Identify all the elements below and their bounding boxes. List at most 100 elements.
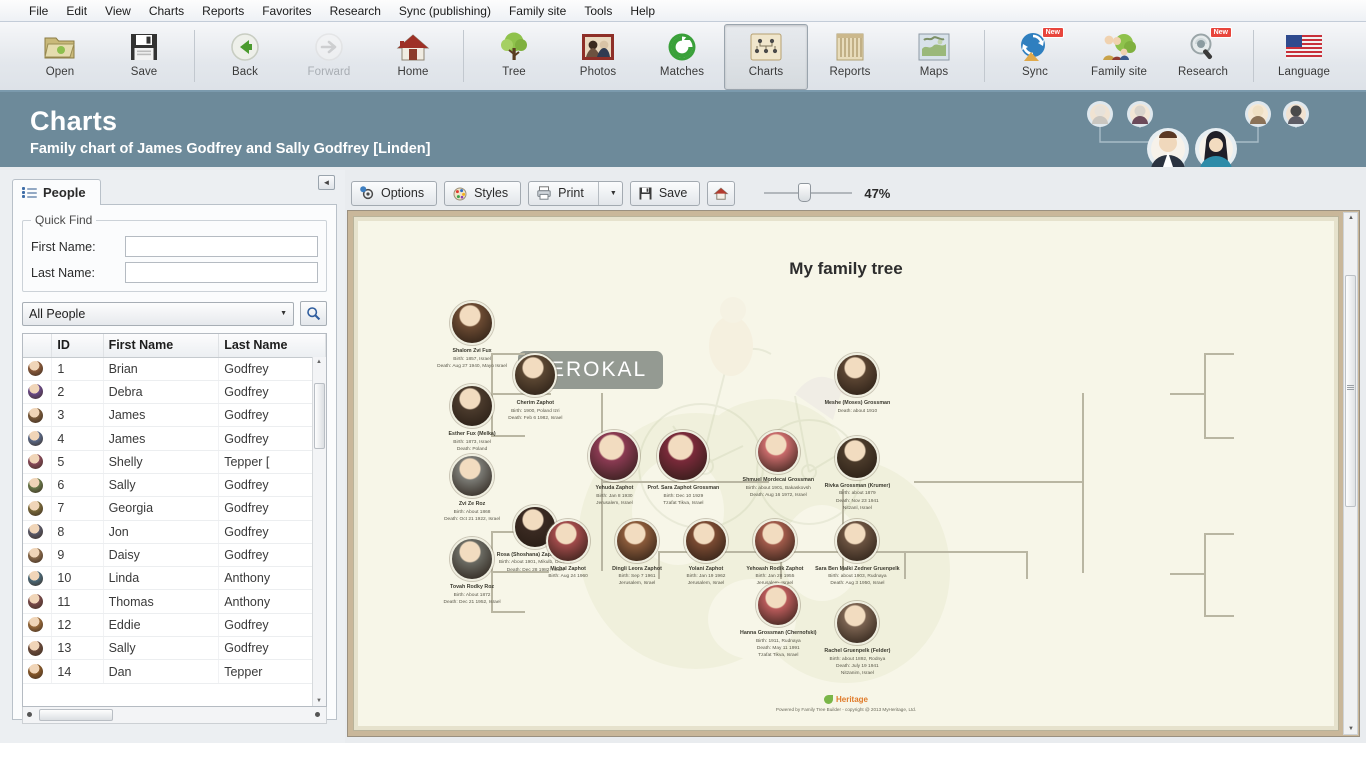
node-photo[interactable]	[835, 601, 880, 646]
node-photo[interactable]	[683, 518, 728, 563]
zoom-slider[interactable]	[764, 183, 853, 202]
scroll-right-icon[interactable]	[315, 712, 320, 717]
menu-item-view[interactable]: View	[96, 2, 140, 20]
toolbar-separator	[984, 30, 985, 82]
save-chart-button[interactable]: Save	[629, 180, 701, 206]
menu-item-favorites[interactable]: Favorites	[253, 2, 320, 20]
node-photo[interactable]	[756, 430, 801, 475]
toolbar-button-language[interactable]: Language	[1262, 24, 1346, 90]
last-name-label: Last Name:	[31, 265, 95, 280]
last-name-input[interactable]	[125, 262, 318, 283]
toolbar-button-sync[interactable]: Sync New	[993, 24, 1077, 90]
chart-node-rC1[interactable]: Meshe (Moses) Grossman Death: about 1910	[805, 353, 909, 415]
row-avatar	[23, 613, 53, 638]
chart-node-f1[interactable]: Cherim Zaphot Birth: 1900, Poland Izri Dea…	[483, 353, 587, 422]
table-header-id[interactable]: ID	[51, 334, 104, 358]
table-header-avatar[interactable]	[23, 334, 53, 358]
chart-node-rC2[interactable]: Rivka Grossman (Krumer) Birth: about 1879…	[805, 435, 909, 512]
zoom-slider-handle[interactable]	[798, 183, 812, 202]
toolbar-button-back[interactable]: Back	[203, 24, 287, 90]
node-photo[interactable]	[615, 518, 660, 563]
toolbar-button-save[interactable]: Save	[102, 24, 186, 90]
menu-item-tools[interactable]: Tools	[575, 2, 621, 20]
table-row[interactable]: 6 Sally Godfrey	[23, 473, 326, 498]
scroll-up-icon[interactable]: ▲	[1348, 215, 1354, 221]
people-filter-select[interactable]: All People ▼	[22, 301, 294, 326]
print-button[interactable]: Print ▼	[528, 180, 623, 206]
zoom-level-value: 47%	[864, 185, 891, 201]
chart-scrollbar-thumb[interactable]	[1345, 275, 1356, 507]
people-table-vertical-scrollbar[interactable]: ▲ ▼	[312, 357, 326, 706]
toolbar-button-tree[interactable]: Tree	[472, 24, 556, 90]
toolbar-button-family-site[interactable]: Family site	[1077, 24, 1161, 90]
scroll-down-icon[interactable]: ▼	[1348, 726, 1354, 732]
table-row[interactable]: 13 Sally Godfrey	[23, 636, 326, 661]
chart-viewport[interactable]: My family tree BEROKAL Shalom Zvi Fux Bi…	[347, 210, 1360, 737]
row-first-name: Linda	[103, 566, 220, 591]
menu-item-research[interactable]: Research	[321, 2, 390, 20]
scroll-down-icon[interactable]: ▼	[316, 698, 322, 704]
table-row[interactable]: 9 Daisy Godfrey	[23, 543, 326, 568]
table-row[interactable]: 5 Shelly Tepper [	[23, 450, 326, 474]
tab-people[interactable]: People	[12, 179, 101, 205]
table-row[interactable]: 1 Brian Godfrey	[23, 357, 326, 381]
connector	[914, 481, 1084, 483]
menu-item-file[interactable]: File	[20, 2, 57, 20]
reset-home-button[interactable]	[707, 180, 736, 206]
row-last-name: Godfrey	[218, 520, 326, 544]
table-header-first-name[interactable]: First Name	[103, 334, 220, 358]
toolbar-button-open[interactable]: Open	[18, 24, 102, 90]
toolbar-button-photos[interactable]: Photos	[556, 24, 640, 90]
chart-vertical-scrollbar[interactable]: ▲ ▼	[1343, 212, 1358, 735]
table-row[interactable]: 3 James Godfrey	[23, 403, 326, 428]
scroll-left-icon[interactable]	[27, 712, 32, 717]
table-row[interactable]: 10 Linda Anthony	[23, 566, 326, 591]
table-header-last-name[interactable]: Last Name	[218, 334, 326, 358]
node-photo[interactable]	[835, 353, 880, 397]
toolbar-button-maps[interactable]: Maps	[892, 24, 976, 90]
table-row[interactable]: 12 Eddie Godfrey	[23, 613, 326, 638]
table-row[interactable]: 7 Georgia Godfrey	[23, 496, 326, 521]
toolbar-button-home[interactable]: Home	[371, 24, 455, 90]
menu-item-edit[interactable]: Edit	[57, 2, 96, 20]
toolbar-button-matches[interactable]: Matches	[640, 24, 724, 90]
table-row[interactable]: 8 Jon Godfrey	[23, 520, 326, 544]
menu-item-charts[interactable]: Charts	[140, 2, 193, 20]
node-photo[interactable]	[657, 430, 710, 483]
node-photo[interactable]	[513, 353, 558, 397]
toolbar-label-tree: Tree	[502, 66, 526, 78]
collapse-sidebar-button[interactable]: ◄	[318, 175, 335, 190]
first-name-input[interactable]	[125, 236, 318, 257]
people-table-horizontal-scrollbar[interactable]	[22, 707, 327, 724]
chart-canvas[interactable]: My family tree BEROKAL Shalom Zvi Fux Bi…	[353, 216, 1339, 731]
node-photo[interactable]	[450, 454, 495, 499]
node-photo[interactable]	[752, 518, 797, 563]
menu-item-help[interactable]: Help	[621, 2, 664, 20]
styles-button[interactable]: Styles	[444, 180, 522, 206]
dropdown-caret-icon[interactable]: ▼	[605, 190, 622, 197]
node-photo[interactable]	[450, 301, 495, 346]
node-photo[interactable]	[835, 435, 880, 480]
chart-node-rC4[interactable]: Rachel Gruenpelk (Felder) Birth: about 18…	[805, 601, 909, 677]
menu-item-sync-publishing[interactable]: Sync (publishing)	[390, 2, 500, 20]
table-row[interactable]: 14 Dan Tepper	[23, 659, 326, 684]
toolbar-button-research[interactable]: Research New	[1161, 24, 1245, 90]
node-photo[interactable]	[546, 518, 591, 563]
chart-node-rC3[interactable]: Sara Ben Malki Zedner Gruenpelk Birth: ab…	[805, 518, 909, 588]
chart-node-momC[interactable]: Prof. Sara Zaphot Grossman Birth: Dec 10 …	[631, 430, 735, 507]
toolbar-button-reports[interactable]: Reports	[808, 24, 892, 90]
node-photo[interactable]	[756, 583, 801, 627]
table-row[interactable]: 4 James Godfrey	[23, 426, 326, 451]
menu-item-reports[interactable]: Reports	[193, 2, 253, 20]
options-button[interactable]: Options	[351, 180, 438, 206]
scroll-up-icon[interactable]: ▲	[316, 359, 322, 365]
scrollbar-thumb[interactable]	[314, 383, 325, 449]
menu-item-family-site[interactable]: Family site	[500, 2, 575, 20]
node-photo[interactable]	[835, 518, 880, 563]
search-button[interactable]	[300, 301, 327, 326]
row-avatar	[23, 426, 53, 451]
toolbar-button-charts[interactable]: Charts	[724, 24, 808, 90]
table-row[interactable]: 11 Thomas Anthony	[23, 589, 326, 614]
hscrollbar-thumb[interactable]	[39, 709, 113, 721]
table-row[interactable]: 2 Debra Godfrey	[23, 380, 326, 405]
